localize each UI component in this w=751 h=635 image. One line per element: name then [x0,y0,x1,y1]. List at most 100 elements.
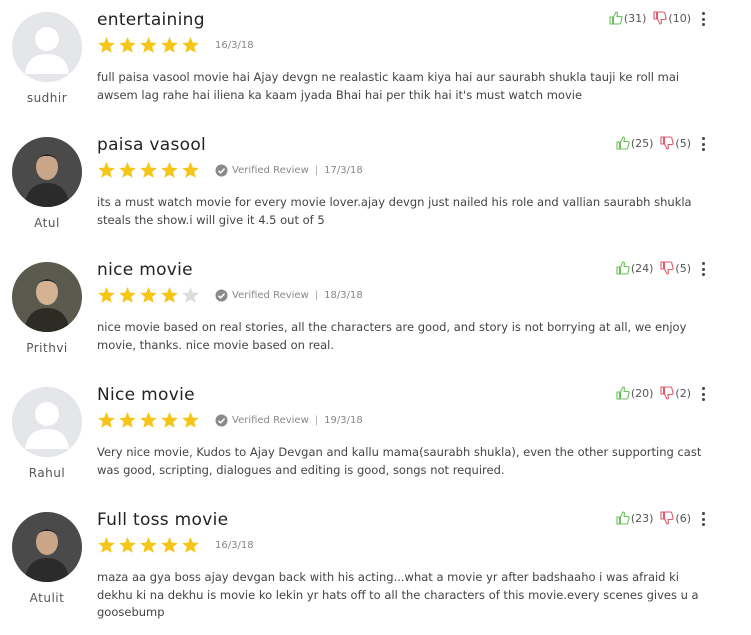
star-icon [98,537,115,553]
user-info: Atul [12,137,82,230]
vote-controls: (31) (10) [602,10,691,26]
separator: | [314,289,319,301]
thumbs-up-icon [609,11,623,25]
review-meta: 16/3/18 [97,535,254,555]
more-vertical-icon[interactable] [700,512,706,528]
review-item: sudhir entertaining 16/3/18 full paisa vaso… [0,0,751,125]
like-count: (24) [630,261,654,275]
more-vertical-icon[interactable] [700,137,706,153]
thumbs-up-icon [616,136,630,150]
avatar[interactable] [12,12,82,82]
separator: | [314,164,319,176]
like-count: (25) [630,136,654,150]
star-icon [161,287,178,303]
dislike-count: (5) [675,136,691,150]
star-icon [98,162,115,178]
avatar[interactable] [12,387,82,457]
star-rating [97,161,200,179]
verified-label: Verified Review [232,289,309,301]
star-icon [140,162,157,178]
review-item: Rahul Nice movie Verified Review | 19/3/18 Ve… [0,375,751,500]
more-vertical-icon[interactable] [700,262,706,278]
review-text: Very nice movie, Kudos to Ajay Devgan an… [97,445,702,477]
star-rating [97,411,200,429]
dislike-button[interactable]: (6) [659,510,691,526]
review-meta: Verified Review | 18/3/18 [97,285,363,305]
star-icon [182,37,199,53]
user-info: Rahul [12,387,82,480]
review-item: Prithvi nice movie Verified Review | 18/3/18… [0,250,751,375]
dislike-button[interactable]: (2) [659,385,691,401]
review-title: Full toss movie [97,510,229,530]
dislike-count: (6) [675,511,691,525]
star-icon [161,412,178,428]
dislike-button[interactable]: (5) [659,135,691,151]
star-icon [119,537,136,553]
review-text: its a must watch movie for every movie l… [97,195,692,227]
like-count: (20) [630,386,654,400]
dislike-count: (5) [675,261,691,275]
star-icon [182,412,199,428]
review-title: Nice movie [97,385,195,405]
like-button[interactable]: (25) [615,135,654,151]
avatar[interactable] [12,137,82,207]
user-name[interactable]: Atul [12,216,82,230]
review-item: Atulit Full toss movie 16/3/18 maza aa gya … [0,500,751,625]
dislike-count: (2) [675,386,691,400]
like-count: (31) [623,11,647,25]
like-button[interactable]: (31) [608,10,647,26]
star-icon [98,287,115,303]
review-date: 16/3/18 [215,39,254,51]
user-name[interactable]: Rahul [12,466,82,480]
vote-controls: (20) (2) [609,385,691,401]
like-button[interactable]: (20) [615,385,654,401]
thumbs-down-icon [660,511,675,525]
review-date: 19/3/18 [324,414,363,426]
verified-label: Verified Review [232,414,309,426]
star-icon [98,412,115,428]
star-icon [119,412,136,428]
more-vertical-icon[interactable] [700,12,706,28]
star-icon [182,537,199,553]
user-info: sudhir [12,12,82,105]
review-item: Atul paisa vasool Verified Review | 17/3/18 i… [0,125,751,250]
thumbs-down-icon [660,386,675,400]
avatar[interactable] [12,262,82,332]
verified-label: Verified Review [232,164,309,176]
vote-controls: (25) (5) [609,135,691,151]
dislike-count: (10) [668,11,691,25]
verified-badge: Verified Review [215,164,309,177]
user-name[interactable]: sudhir [12,91,82,105]
star-icon [182,162,199,178]
star-icon [119,37,136,53]
thumbs-up-icon [616,261,630,275]
review-title: paisa vasool [97,135,207,155]
review-meta: 16/3/18 [97,35,254,55]
thumbs-down-icon [660,261,675,275]
check-circle-icon [215,289,228,301]
star-rating [97,286,200,304]
user-name[interactable]: Prithvi [12,341,82,355]
dislike-button[interactable]: (10) [652,10,691,26]
thumbs-up-icon [616,511,630,525]
thumbs-down-icon [653,11,668,25]
review-text: nice movie based on real stories, all th… [97,320,687,352]
separator: | [314,414,319,426]
dislike-button[interactable]: (5) [659,260,691,276]
user-info: Prithvi [12,262,82,355]
thumbs-up-icon [616,386,630,400]
like-button[interactable]: (23) [615,510,653,526]
review-title: entertaining [97,10,205,30]
more-vertical-icon[interactable] [700,387,706,403]
review-date: 16/3/18 [215,539,254,551]
star-icon [140,537,157,553]
star-icon [161,162,178,178]
check-circle-icon [215,414,228,426]
user-name[interactable]: Atulit [12,591,82,605]
review-text: full paisa vasool movie hai Ajay devgn n… [97,70,680,102]
avatar[interactable] [12,512,82,582]
star-icon [161,37,178,53]
star-rating [97,36,200,54]
like-button[interactable]: (24) [615,260,654,276]
user-info: Atulit [12,512,82,605]
